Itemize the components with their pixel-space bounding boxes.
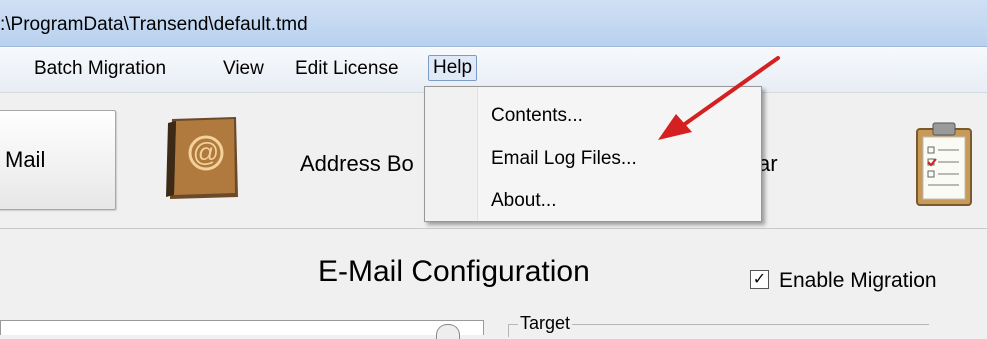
address-book-icon[interactable]: @	[162, 115, 244, 201]
menu-item-contents[interactable]: Contents...	[491, 105, 583, 127]
clipboard-icon[interactable]	[913, 121, 975, 207]
title-bar: :\ProgramData\Transend\default.tmd	[0, 0, 987, 47]
window-title: :\ProgramData\Transend\default.tmd	[0, 14, 308, 35]
menu-view[interactable]: View	[219, 57, 268, 81]
dial-knob[interactable]	[436, 324, 460, 339]
address-book-label: Address Bo	[300, 151, 414, 176]
menu-help[interactable]: Help	[428, 55, 478, 81]
red-arrow-annotation	[658, 56, 780, 140]
svg-text:@: @	[193, 137, 219, 167]
menu-batch-migration[interactable]: Batch Migration	[30, 57, 170, 81]
mail-button[interactable]: Mail	[0, 110, 116, 210]
menu-item-email-log-files[interactable]: Email Log Files...	[491, 148, 637, 170]
menu-edit-license[interactable]: Edit License	[291, 57, 403, 81]
target-group-label: Target	[518, 313, 573, 334]
mail-button-label: Mail	[5, 147, 46, 172]
page-title: E-Mail Configuration	[318, 255, 590, 288]
enable-migration-control[interactable]: ✓ Enable Migration	[750, 269, 937, 293]
enable-migration-checkbox[interactable]: ✓	[750, 269, 769, 289]
menu-gutter	[425, 87, 478, 221]
menu-item-about[interactable]: About...	[491, 190, 557, 212]
enable-migration-label: Enable Migration	[779, 269, 937, 292]
